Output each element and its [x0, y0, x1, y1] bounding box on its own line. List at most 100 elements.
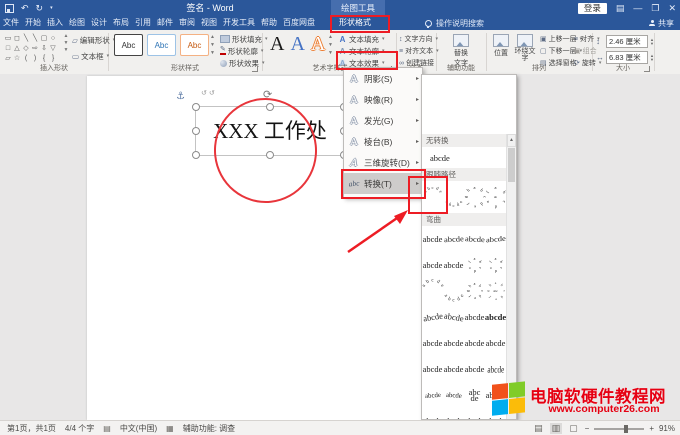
shape-style-scroll[interactable]: ▲▼▼ — [208, 34, 217, 56]
tab-10[interactable]: 视图 — [198, 16, 220, 30]
warp-style-ring-center[interactable]: abcdefghabc — [485, 278, 506, 304]
submenu-scrollbar[interactable]: ▲ — [506, 134, 516, 419]
tab-9[interactable]: 审阅 — [176, 16, 198, 30]
wordart-style-1[interactable]: A — [270, 33, 284, 55]
warp-style-ring-sm[interactable]: abcdef — [485, 252, 506, 278]
signin-button[interactable]: 登录 — [578, 3, 607, 14]
resize-handle[interactable] — [192, 103, 200, 111]
warp-style-slant-up[interactable]: abcde — [422, 304, 443, 330]
tab-2[interactable]: 开始 — [22, 16, 44, 30]
shape-icon[interactable]: △ — [13, 44, 21, 52]
read-mode-icon[interactable]: ▤ — [532, 423, 545, 434]
redo-icon[interactable]: ↻ — [36, 3, 44, 14]
tab-5[interactable]: 设计 — [88, 16, 110, 30]
shape-icon[interactable]: ▱ — [4, 54, 12, 62]
warp-style-plain[interactable]: abcde — [422, 330, 443, 356]
print-layout-icon[interactable]: ▥ — [550, 423, 563, 434]
tab-3[interactable]: 插入 — [44, 16, 66, 30]
warp-style-plain[interactable]: abcde — [464, 304, 485, 330]
warp-style-plain[interactable]: abcde — [443, 408, 464, 420]
shape-icon[interactable]: ( — [22, 55, 30, 62]
warp-style-plain[interactable]: abcde — [464, 356, 485, 382]
shape-icon[interactable]: { — [40, 55, 48, 62]
warp-style-plain[interactable]: abcde — [485, 330, 506, 356]
tab-13[interactable]: 百度网盘 — [280, 16, 318, 30]
shape-style-swatch-2[interactable]: Abc — [147, 34, 176, 56]
share-button[interactable]: 共享 — [649, 18, 674, 29]
warp-style-fade2[interactable]: abcde — [443, 382, 464, 408]
shape-icon[interactable]: ) — [31, 55, 39, 62]
wordart-style-2[interactable]: A — [290, 33, 304, 55]
tab-6[interactable]: 布局 — [110, 16, 132, 30]
position-button[interactable]: 位置 — [490, 34, 512, 58]
shape-height-field[interactable]: 2.46 厘米 — [606, 35, 648, 48]
menu-item-shadow[interactable]: A阴影(S)▸ — [344, 68, 422, 89]
menu-item-bevel[interactable]: A棱台(B)▸ — [344, 131, 422, 152]
zoom-in-icon[interactable]: + — [649, 424, 654, 433]
scroll-up-icon[interactable]: ▲ — [507, 134, 516, 147]
restore-button[interactable]: ❐ — [651, 0, 659, 16]
shape-icon[interactable]: ▭ — [4, 34, 12, 42]
tab-4[interactable]: 绘图 — [66, 16, 88, 30]
shape-gallery-scroll[interactable]: ▲▼▼ — [62, 33, 70, 53]
warp-style-ring-sm[interactable]: abcdef — [464, 252, 485, 278]
warp-style-plain[interactable]: abcde — [422, 356, 443, 382]
warp-style-curve-up[interactable]: abcde — [443, 226, 464, 252]
warp-style-ring[interactable]: abcdefgh — [464, 278, 485, 304]
no-transform-option[interactable]: abcde — [422, 147, 507, 168]
zoom-level[interactable]: 91% — [659, 424, 675, 433]
shape-fill-button[interactable]: 形状填充▾ — [220, 34, 268, 44]
warp-style-slant-down[interactable]: abcde — [443, 304, 464, 330]
shape-icon[interactable]: ⇩ — [40, 44, 48, 52]
scroll-thumb[interactable] — [508, 148, 515, 182]
zoom-slider[interactable] — [594, 428, 644, 430]
tab-8[interactable]: 邮件 — [154, 16, 176, 30]
menu-item-reflection[interactable]: A映像(R)▸ — [344, 89, 422, 110]
shape-icon[interactable]: □ — [4, 45, 12, 52]
shape-icon[interactable]: } — [49, 55, 57, 62]
warp-style-arc-down[interactable]: abcde — [443, 278, 464, 304]
shape-icon[interactable]: ▢ — [40, 34, 48, 42]
resize-handle[interactable] — [192, 151, 200, 159]
wordart-style-scroll[interactable]: ▲▼▼ — [326, 34, 335, 56]
tell-me-search[interactable]: 操作说明搜索 — [425, 18, 484, 29]
accessibility-status[interactable]: 辅助功能: 调查 — [183, 423, 235, 434]
warp-style-wave[interactable]: abcde — [485, 226, 506, 252]
warp-style-plain[interactable]: abcde — [422, 226, 443, 252]
text-fill-button[interactable]: A文本填充▾ — [338, 34, 385, 44]
shape-icon[interactable]: ⇨ — [31, 44, 39, 52]
warp-style-curve-down[interactable]: abcde — [464, 226, 485, 252]
save-icon[interactable] — [5, 4, 14, 13]
menu-item-glow[interactable]: A发光(G)▸ — [344, 110, 422, 131]
web-layout-icon[interactable]: ▢ — [567, 423, 580, 434]
minimize-button[interactable]: — — [633, 0, 642, 16]
warp-style-arc-up[interactable]: abcde — [422, 278, 443, 304]
zoom-out-icon[interactable]: − — [585, 424, 590, 433]
wordart-style-3[interactable]: A — [311, 33, 325, 55]
word-count[interactable]: 4/4 个字 — [65, 423, 94, 434]
shape-icon[interactable]: ╲ — [31, 34, 39, 42]
warp-style-plain[interactable]: abcde — [422, 408, 443, 420]
edit-shape-button[interactable]: ▱编辑形状▾ — [72, 35, 115, 45]
undo-icon[interactable]: ↶ — [21, 3, 29, 14]
warp-style-taper[interactable]: abcde — [485, 356, 506, 382]
warp-style-bold[interactable]: abcde — [485, 304, 506, 330]
warp-style-plain[interactable]: abcde — [443, 330, 464, 356]
macro-icon[interactable]: ▦ — [166, 424, 174, 433]
shape-style-swatch-3[interactable]: Abc — [180, 34, 209, 56]
shape-icon[interactable]: ○ — [49, 35, 57, 42]
warp-style-plain[interactable]: abcde — [422, 252, 443, 278]
tab-7[interactable]: 引用 — [132, 16, 154, 30]
shape-icon[interactable]: ╲ — [22, 34, 30, 42]
wrap-text-button[interactable]: 环绕文字 — [514, 34, 536, 62]
warp-style-plain[interactable]: abcde — [443, 252, 464, 278]
page-indicator[interactable]: 第1页，共1页 — [7, 423, 56, 434]
shape-icon[interactable]: ◇ — [22, 44, 30, 52]
shape-outline-button[interactable]: ✎形状轮廓▾ — [220, 46, 268, 56]
language-indicator[interactable]: 中文(中国) — [120, 423, 157, 434]
text-box-button[interactable]: ▭文本框▾ — [72, 51, 115, 61]
height-spinner[interactable]: ▲▼ — [650, 38, 654, 46]
align-text-button[interactable]: ≡对齐文本▾ — [399, 46, 439, 56]
tab-12[interactable]: 帮助 — [258, 16, 280, 30]
warp-style-plain[interactable]: abcde — [443, 356, 464, 382]
